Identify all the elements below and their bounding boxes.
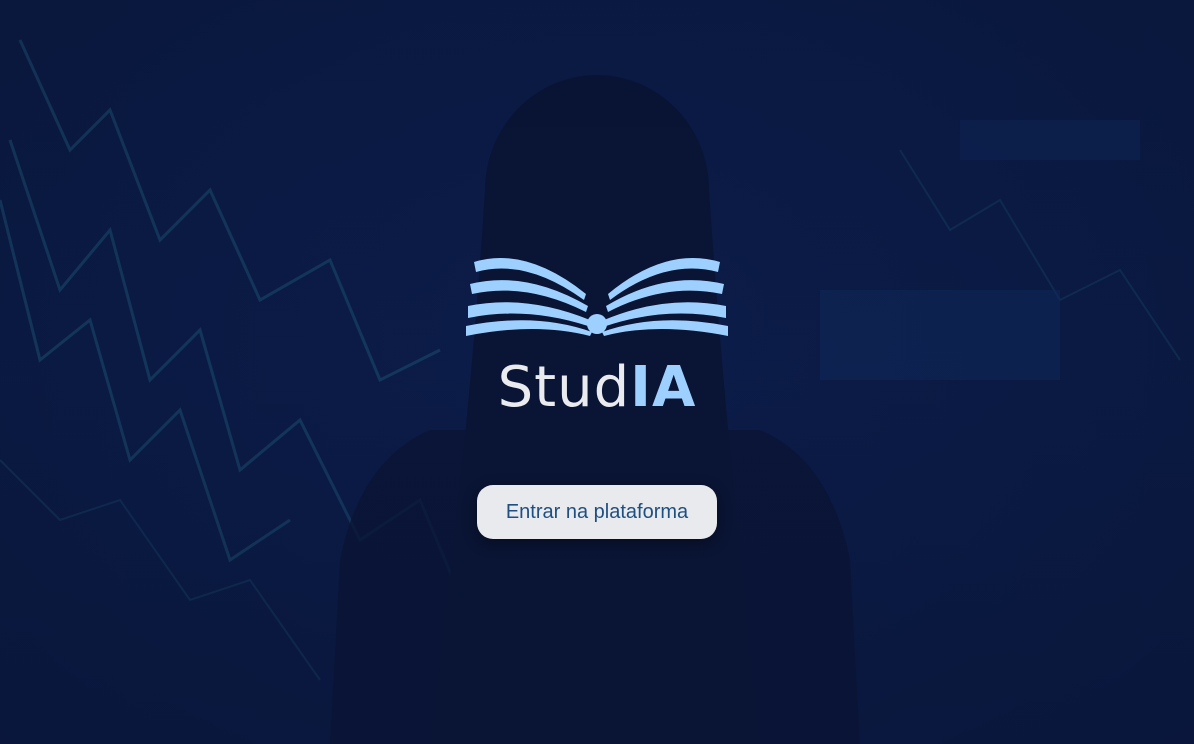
open-book-icon	[466, 258, 728, 336]
brand-name: StudIA	[498, 360, 697, 416]
brand-logo: StudIA	[0, 240, 1194, 416]
brand-name-part1: Stud	[497, 355, 631, 420]
brand-name-part2: IA	[630, 355, 697, 420]
enter-platform-button[interactable]: Entrar na plataforma	[477, 485, 717, 539]
landing-screen: StudIA Entrar na plataforma	[0, 0, 1194, 744]
